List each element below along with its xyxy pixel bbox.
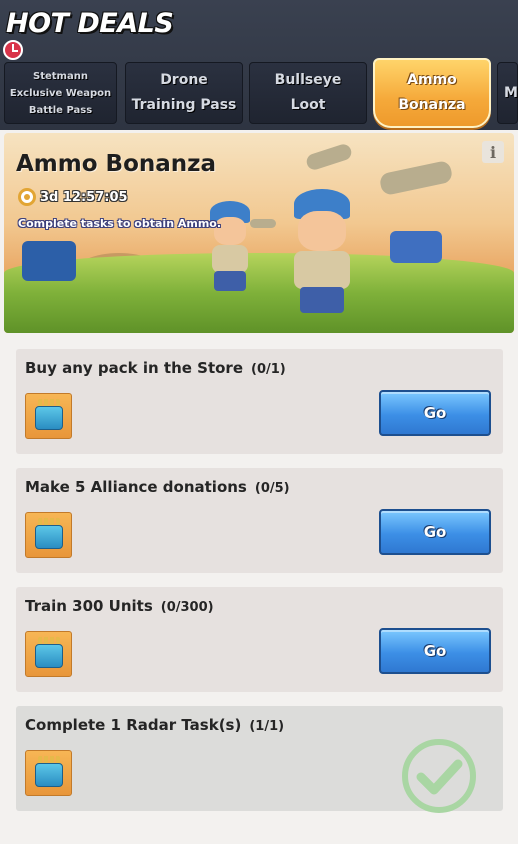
ammo-crate-icon <box>25 512 72 558</box>
tank-icon <box>22 241 76 281</box>
task-text: Make 5 Alliance donations (0/5) <box>25 478 290 496</box>
task-progress: (1/1) <box>249 719 285 734</box>
go-button[interactable]: Go <box>379 628 491 674</box>
task-card-completed: Complete 1 Radar Task(s) (1/1) <box>16 706 503 813</box>
task-text: Train 300 Units (0/300) <box>25 597 214 615</box>
soldier-icon <box>282 189 368 319</box>
tab-label: Bullseye Loot <box>274 72 342 113</box>
task-card: Train 300 Units (0/300) Go <box>16 587 503 692</box>
task-card: Buy any pack in the Store (0/1) Go <box>16 349 503 454</box>
checkmark-icon <box>402 739 476 813</box>
timer-text: 3d 12:57:05 <box>40 189 128 205</box>
task-progress: (0/1) <box>251 362 286 377</box>
banner-description: Complete tasks to obtain Ammo. <box>18 217 222 230</box>
event-timer: 3d 12:57:05 <box>18 188 128 206</box>
task-text: Buy any pack in the Store (0/1) <box>25 359 286 377</box>
turret-icon <box>390 231 442 263</box>
soldier-icon <box>202 201 262 296</box>
ammo-crate-icon <box>25 750 72 796</box>
task-label: Complete 1 Radar Task(s) <box>25 716 242 734</box>
tab-label: Drone Training Pass <box>131 72 237 113</box>
clock-icon <box>3 40 23 60</box>
task-progress: (0/5) <box>254 481 290 496</box>
tab-drone-training-pass[interactable]: Drone Training Pass <box>125 62 243 124</box>
task-text: Complete 1 Radar Task(s) (1/1) <box>25 716 284 734</box>
info-icon[interactable]: i <box>482 141 504 163</box>
deal-tabs: Stetmann Exclusive Weapon Battle Pass Dr… <box>0 58 518 130</box>
airplane-icon <box>304 142 354 172</box>
tab-label: M <box>504 84 518 101</box>
ammo-crate-icon <box>25 393 72 439</box>
airplane-icon <box>378 159 454 197</box>
task-label: Train 300 Units <box>25 597 153 615</box>
header-bar: HOT DEALS Stetmann Exclusive Weapon Batt… <box>0 0 518 130</box>
task-progress: (0/300) <box>160 600 214 615</box>
tab-label: Ammo Bonanza <box>398 72 466 113</box>
tab-ammo-bonanza[interactable]: Ammo Bonanza <box>373 58 491 128</box>
tab-stetmann-battle-pass[interactable]: Stetmann Exclusive Weapon Battle Pass <box>4 62 117 124</box>
page-title: HOT DEALS <box>6 8 174 39</box>
tab-bullseye-loot[interactable]: Bullseye Loot <box>249 62 367 124</box>
ammo-crate-icon <box>25 631 72 677</box>
go-button[interactable]: Go <box>379 509 491 555</box>
task-label: Buy any pack in the Store <box>25 359 243 377</box>
go-button[interactable]: Go <box>379 390 491 436</box>
timer-icon <box>18 188 36 206</box>
task-card: Make 5 Alliance donations (0/5) Go <box>16 468 503 573</box>
banner-title: Ammo Bonanza <box>16 151 217 177</box>
event-banner: Ammo Bonanza 3d 12:57:05 Complete tasks … <box>4 133 514 333</box>
tab-label: Stetmann Exclusive Weapon Battle Pass <box>9 70 112 116</box>
task-label: Make 5 Alliance donations <box>25 478 247 496</box>
tab-more[interactable]: M <box>497 62 518 124</box>
